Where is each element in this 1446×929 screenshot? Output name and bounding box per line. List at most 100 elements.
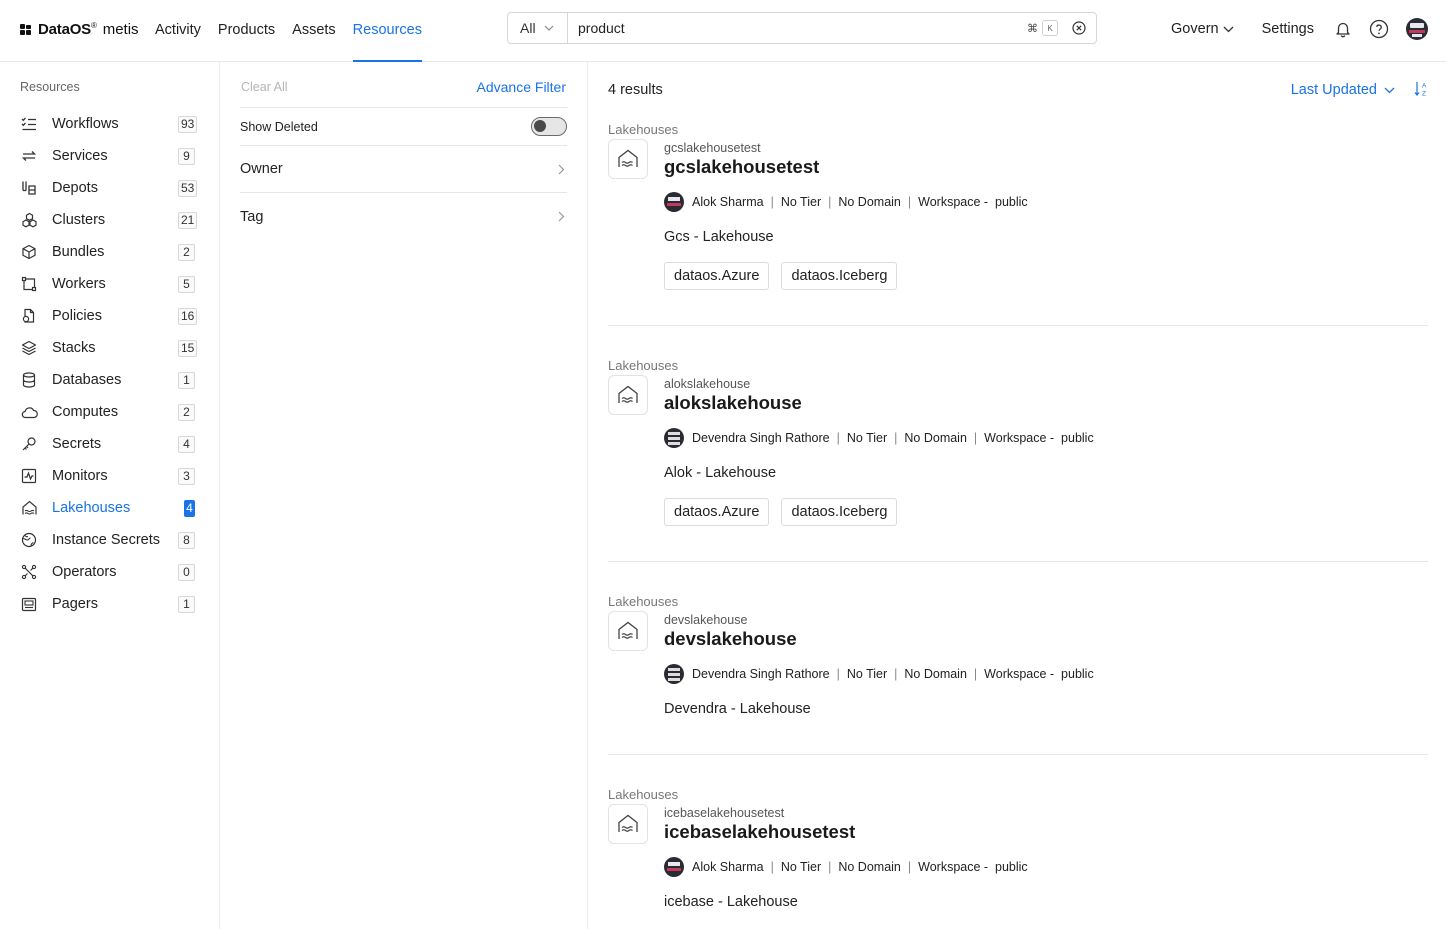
result-title[interactable]: devslakehouse: [664, 628, 797, 650]
help-icon[interactable]: [1369, 19, 1389, 39]
nav-activity[interactable]: Activity: [155, 0, 201, 62]
sidebar-item-databases[interactable]: Databases 1: [0, 364, 219, 396]
owner-name[interactable]: Alok Sharma: [692, 860, 764, 874]
lakehouse-icon: [608, 375, 648, 415]
k-key-hint: K: [1042, 20, 1058, 36]
count-badge: 1: [178, 371, 195, 389]
search-scope-value: All: [520, 20, 536, 36]
result-card[interactable]: Lakehouses gcslakehousetest gcslakehouse…: [608, 122, 1428, 322]
results-count: 4 results: [608, 82, 663, 98]
logo[interactable]: DataOS® metis: [20, 21, 139, 38]
result-description: icebase - Lakehouse: [664, 894, 798, 910]
sidebar-item-bundles[interactable]: Bundles 2: [0, 236, 219, 268]
result-card[interactable]: Lakehouses devslakehouse devslakehouse D…: [608, 594, 1428, 754]
sidebar-item-pagers[interactable]: Pagers 1: [0, 588, 219, 620]
count-badge: 8: [178, 531, 195, 549]
bell-icon[interactable]: [1334, 20, 1352, 38]
sidebar-item-secrets[interactable]: Secrets 4: [0, 428, 219, 460]
domain-label: No Domain: [838, 860, 901, 874]
settings-link[interactable]: Settings: [1262, 21, 1314, 37]
owner-avatar: [664, 428, 684, 448]
brand-name: DataOS®: [38, 21, 97, 38]
sidebar-item-label: Computes: [52, 404, 119, 420]
count-badge: 53: [178, 179, 198, 197]
result-card[interactable]: Lakehouses icebaselakehousetest icebasel…: [608, 787, 1428, 929]
show-deleted-toggle[interactable]: [531, 117, 567, 136]
count-badge: 4: [178, 435, 195, 453]
search-scope-select[interactable]: All: [508, 13, 568, 43]
workflows-icon: [20, 115, 38, 133]
sidebar-item-lakehouses[interactable]: Lakehouses 4: [0, 492, 219, 524]
user-avatar[interactable]: [1406, 18, 1428, 40]
nav-products[interactable]: Products: [218, 0, 275, 62]
lakehouse-icon: [608, 611, 648, 651]
clear-search-icon[interactable]: [1072, 21, 1086, 35]
result-title[interactable]: gcslakehousetest: [664, 156, 819, 178]
sidebar-item-label: Monitors: [52, 468, 108, 484]
workspace-label: Workspace - public: [918, 860, 1028, 874]
owner-filter[interactable]: Owner: [240, 145, 567, 192]
sidebar-item-depots[interactable]: Depots 53: [0, 172, 219, 204]
sidebar-item-workers[interactable]: Workers 5: [0, 268, 219, 300]
tag-chip[interactable]: dataos.Azure: [664, 498, 770, 526]
advance-filter-button[interactable]: Advance Filter: [477, 79, 566, 95]
result-title[interactable]: alokslakehouse: [664, 392, 802, 414]
chevron-right-icon: [558, 164, 565, 174]
nav-assets[interactable]: Assets: [292, 0, 336, 62]
header-actions: Govern Settings: [1171, 18, 1428, 40]
result-title[interactable]: icebaselakehousetest: [664, 821, 855, 843]
lakehouse-icon: [608, 139, 648, 179]
result-fqn: gcslakehousetest: [664, 141, 761, 155]
domain-label: No Domain: [904, 667, 967, 681]
govern-menu[interactable]: Govern: [1171, 21, 1234, 37]
sidebar-item-monitors[interactable]: Monitors 3: [0, 460, 219, 492]
tag-chip[interactable]: dataos.Iceberg: [781, 262, 898, 290]
domain-label: No Domain: [904, 431, 967, 445]
stacks-icon: [20, 339, 38, 357]
sidebar-item-services[interactable]: Services 9: [0, 140, 219, 172]
sidebar-item-clusters[interactable]: Clusters 21: [0, 204, 219, 236]
pagers-icon: [20, 595, 38, 613]
result-meta: Devendra Singh Rathore | No Tier | No Do…: [664, 664, 1094, 684]
sidebar-item-label: Bundles: [52, 244, 105, 260]
chevron-down-icon: [1223, 26, 1234, 32]
sidebar-item-operators[interactable]: Operators 0: [0, 556, 219, 588]
product-name: metis: [102, 21, 139, 38]
top-bar: DataOS® metis Activity Products Assets R…: [0, 0, 1446, 62]
divider: [608, 325, 1428, 326]
result-card[interactable]: Lakehouses alokslakehouse alokslakehouse…: [608, 358, 1428, 558]
sidebar-item-computes[interactable]: Computes 2: [0, 396, 219, 428]
divider: [608, 754, 1428, 755]
main-nav: Activity Products Assets Resources: [155, 0, 422, 62]
secrets-icon: [20, 435, 38, 453]
chevron-down-icon: [1384, 87, 1395, 93]
govern-label: Govern: [1171, 21, 1219, 37]
clusters-icon: [20, 211, 38, 229]
workspace-label: Workspace - public: [918, 195, 1028, 209]
policies-icon: [20, 307, 38, 325]
tag-filter[interactable]: Tag: [240, 192, 567, 240]
count-badge: 15: [178, 339, 198, 357]
nav-resources[interactable]: Resources: [352, 0, 422, 62]
resource-type-list: Workflows 93 Services 9 Depots 53 Cluste…: [0, 108, 219, 620]
count-badge: 93: [178, 115, 198, 133]
sidebar-item-label: Operators: [52, 564, 117, 580]
clear-all-button[interactable]: Clear All: [241, 80, 288, 94]
workers-icon: [20, 275, 38, 293]
owner-name[interactable]: Devendra Singh Rathore: [692, 667, 830, 681]
owner-name[interactable]: Devendra Singh Rathore: [692, 431, 830, 445]
sidebar-item-workflows[interactable]: Workflows 93: [0, 108, 219, 140]
sort-order-icon[interactable]: AZ: [1414, 81, 1428, 100]
sidebar-item-stacks[interactable]: Stacks 15: [0, 332, 219, 364]
sidebar-item-label: Services: [52, 148, 108, 164]
owner-name[interactable]: Alok Sharma: [692, 195, 764, 209]
count-badge: 21: [178, 211, 198, 229]
tag-chip[interactable]: dataos.Iceberg: [781, 498, 898, 526]
search-input[interactable]: [568, 14, 1027, 42]
sidebar-item-policies[interactable]: Policies 16: [0, 300, 219, 332]
sidebar-title: Resources: [20, 80, 80, 94]
sidebar-item-instance-secrets[interactable]: Instance Secrets 8: [0, 524, 219, 556]
sort-dropdown[interactable]: Last Updated: [1291, 82, 1395, 98]
sidebar-item-label: Lakehouses: [52, 500, 131, 516]
tag-chip[interactable]: dataos.Azure: [664, 262, 770, 290]
